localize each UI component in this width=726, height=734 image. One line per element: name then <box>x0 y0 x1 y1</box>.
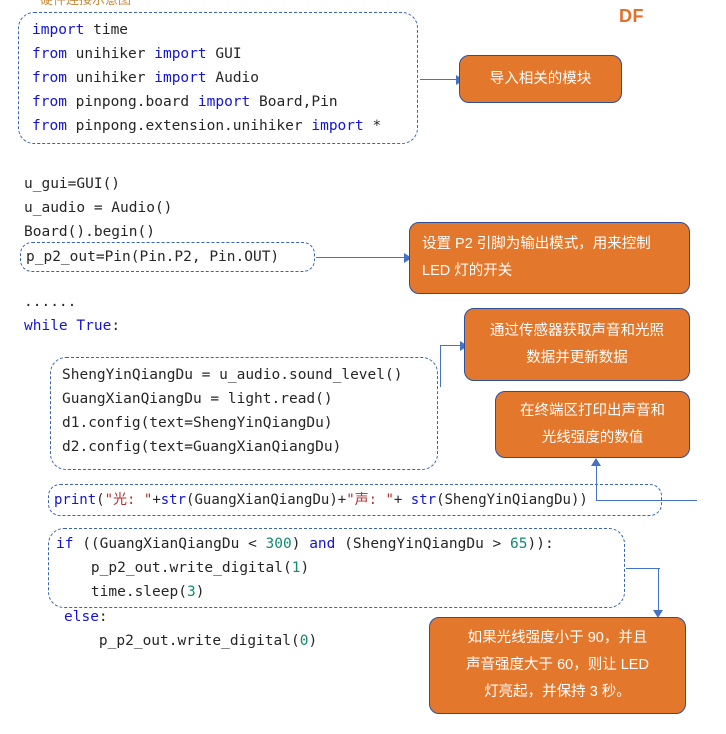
code-imports: import time from unihiker import GUI from … <box>32 18 412 138</box>
connector-if-block-horizontal <box>626 568 660 569</box>
code-line: Board().begin() <box>24 224 155 240</box>
callout-sensor-read: 通过传感器获取声音和光照 数据并更新数据 <box>464 308 690 381</box>
callout-line: 设置 P2 引脚为输出模式，用来控制 <box>422 236 651 252</box>
code-line: ...... <box>24 294 77 310</box>
code-line: print("光: "+str(GuangXianQiangDu)+"声: "+… <box>54 492 588 508</box>
clipped-heading: 硬件连接示意图 <box>40 0 131 8</box>
df-logo: DF <box>619 6 644 26</box>
code-line: d2.config(text=GuangXianQiangDu) <box>62 439 342 455</box>
code-line: from unihiker import Audio <box>32 70 260 86</box>
code-if-block: if ((GuangXianQiangDu < 300) and (ShengY… <box>56 532 626 604</box>
callout-line: 导入相关的模块 <box>489 70 592 87</box>
connector-if-block-vertical <box>658 568 659 613</box>
callout-print-line: 在终端区打印出声音和 光线强度的数值 <box>495 391 690 458</box>
callout-line: 如果光线强度小于 90，并且 <box>467 630 648 646</box>
code-print-line: print("光: "+str(GuangXianQiangDu)+"声: "+… <box>54 488 664 512</box>
code-line: from unihiker import GUI <box>32 46 242 62</box>
code-setup-plain: u_gui=GUI() u_audio = Audio() Board().begi… <box>24 172 364 244</box>
code-sensor-read: ShengYinQiangDu = u_audio.sound_level() G… <box>62 363 442 459</box>
callout-line: 灯亮起，并保持 3 秒。 <box>484 684 631 700</box>
code-pin-setup: p_p2_out=Pin(Pin.P2, Pin.OUT) <box>26 245 316 269</box>
callout-line: 通过传感器获取声音和光照 <box>490 322 664 339</box>
callout-line: 数据并更新数据 <box>526 349 628 366</box>
code-line: else: <box>64 609 108 625</box>
code-line: p_p2_out=Pin(Pin.P2, Pin.OUT) <box>26 249 280 265</box>
code-line: if ((GuangXianQiangDu < 300) and (ShengY… <box>56 536 554 552</box>
callout-line: 声音强度大于 60，则让 LED <box>466 657 649 673</box>
callout-line: 在终端区打印出声音和 <box>520 402 665 419</box>
code-line: GuangXianQiangDu = light.read() <box>62 391 333 407</box>
code-line: u_gui=GUI() <box>24 176 121 192</box>
code-loop-plain: ...... while True: <box>24 290 324 338</box>
code-else-block: else: p_p2_out.write_digital(0) <box>64 605 464 653</box>
connector-print-line-horizontal <box>655 500 697 501</box>
connector-print-line-horizontal2 <box>596 500 656 501</box>
callout-pin-setup: 设置 P2 引脚为输出模式，用来控制 LED 灯的开关 <box>409 222 690 294</box>
connector-imports <box>420 79 458 80</box>
slide-canvas: 硬件连接示意图 DF import time from unihiker impo… <box>0 0 726 734</box>
connector-print-line-arrowhead <box>591 458 601 466</box>
code-line: d1.config(text=ShengYinQiangDu) <box>62 415 333 431</box>
code-line: from pinpong.extension.unihiker import * <box>32 118 382 134</box>
code-line: import time <box>32 22 129 38</box>
connector-sensor-read-vertical <box>440 345 441 387</box>
callout-line: LED 灯的开关 <box>422 263 513 279</box>
code-line: p_p2_out.write_digital(1) <box>56 560 310 576</box>
code-line: time.sleep(3) <box>56 584 205 600</box>
callout-if-block: 如果光线强度小于 90，并且 声音强度大于 60，则让 LED 灯亮起，并保持 … <box>429 617 686 714</box>
connector-print-line-vertical <box>596 466 597 501</box>
callout-line: 光线强度的数值 <box>541 429 644 446</box>
code-line: from pinpong.board import Board,Pin <box>32 94 338 110</box>
connector-sensor-read-horizontal <box>440 345 462 346</box>
connector-pin-setup <box>316 257 406 258</box>
code-line: while True: <box>24 318 121 334</box>
code-line: p_p2_out.write_digital(0) <box>64 633 318 649</box>
callout-imports: 导入相关的模块 <box>459 55 622 103</box>
code-line: ShengYinQiangDu = u_audio.sound_level() <box>62 367 403 383</box>
code-line: u_audio = Audio() <box>24 200 173 216</box>
